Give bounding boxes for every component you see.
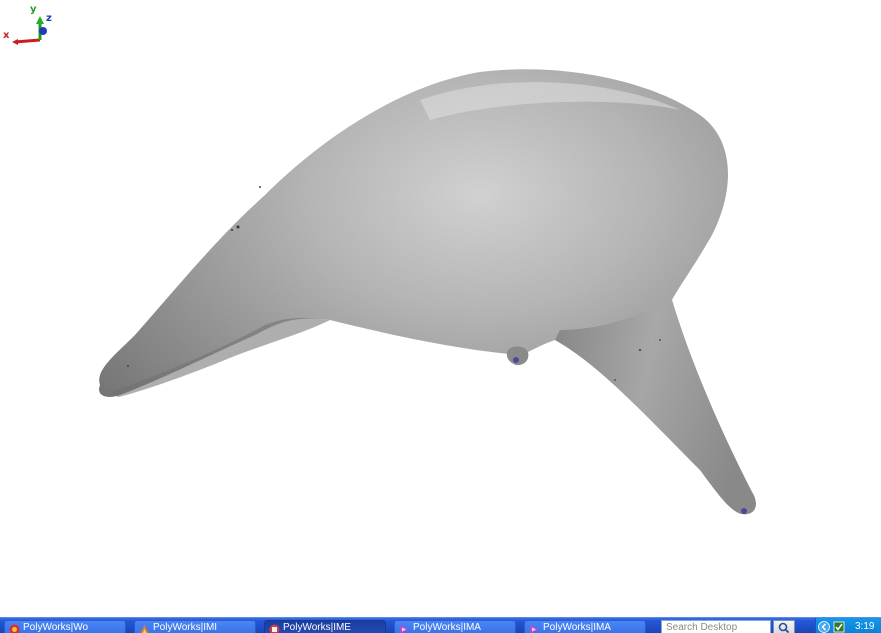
taskbar-button-label: PolyWorks|IMA	[413, 622, 481, 633]
taskbar: PolyWorks|Wo PolyWorks|IMI PolyWorks|IME…	[0, 617, 881, 633]
model-tip-marker	[741, 508, 747, 514]
polyworks-ime-icon	[269, 624, 280, 633]
surface-speck	[127, 365, 129, 367]
polyworks-ima-icon	[400, 625, 409, 633]
surface-speck	[231, 229, 233, 231]
magnifier-icon	[778, 622, 790, 633]
system-tray: 3:19	[815, 618, 881, 633]
network-status-icon[interactable]	[833, 621, 845, 633]
taskbar-button-polyworks-workspace[interactable]: PolyWorks|Wo	[4, 620, 126, 633]
surface-speck	[638, 348, 642, 352]
taskbar-button-label: PolyWorks|IMA	[543, 622, 611, 633]
taskbar-button-label: PolyWorks|Wo	[23, 622, 89, 633]
desktop-search-input[interactable]: Search Desktop	[661, 620, 771, 633]
model-texture	[99, 69, 756, 515]
taskbar-button-label: PolyWorks|IMI	[153, 622, 218, 633]
polyworks-imi-icon	[140, 625, 149, 633]
surface-speck	[259, 186, 261, 188]
model-nub-marker	[513, 357, 519, 363]
taskbar-clock: 3:19	[855, 621, 875, 632]
taskbar-button-polyworks-ime[interactable]: PolyWorks|IME	[264, 620, 386, 633]
polyworks-ima-icon	[530, 625, 539, 633]
taskbar-button-polyworks-ima-1[interactable]: PolyWorks|IMA	[394, 620, 516, 633]
taskbar-button-polyworks-ima-2[interactable]: PolyWorks|IMA	[524, 620, 646, 633]
surface-speck	[659, 339, 661, 341]
surface-speck	[236, 225, 240, 229]
polyworks-workspace-icon	[9, 624, 20, 633]
3d-viewport[interactable]: y z x	[0, 0, 881, 617]
taskbar-button-label: PolyWorks|IME	[283, 622, 351, 633]
tray-expand-icon[interactable]	[818, 621, 830, 633]
desktop-search-placeholder: Search Desktop	[666, 622, 738, 633]
scanned-3d-model[interactable]	[0, 0, 881, 617]
taskbar-button-polyworks-imi[interactable]: PolyWorks|IMI	[134, 620, 256, 633]
surface-speck	[614, 379, 616, 381]
desktop-search-button[interactable]	[773, 620, 795, 633]
